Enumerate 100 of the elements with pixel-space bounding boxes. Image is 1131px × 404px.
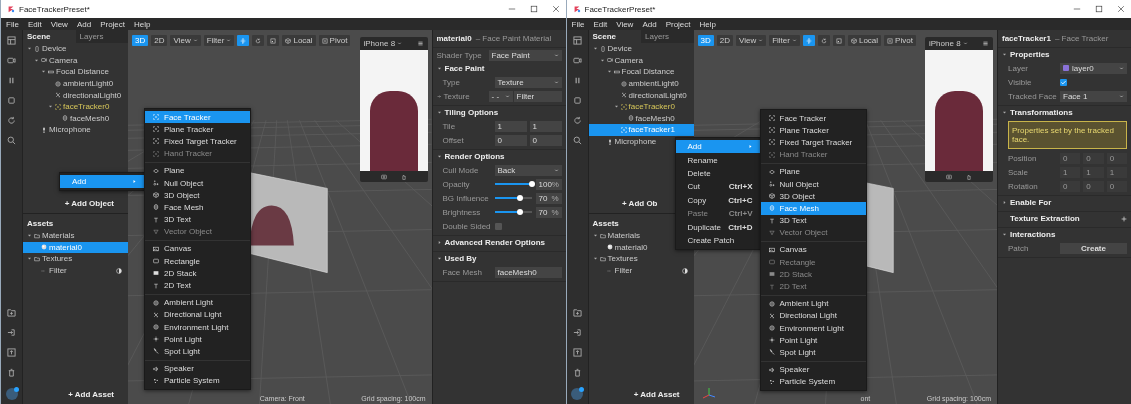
- transform-tool-button[interactable]: [832, 35, 845, 46]
- toolbar-button[interactable]: Local: [282, 35, 316, 46]
- checkbox[interactable]: [1060, 78, 1067, 86]
- menu-item[interactable]: Spot Light: [145, 345, 250, 358]
- menu-item[interactable]: Spot Light: [760, 346, 866, 359]
- menu-item[interactable]: Plane Tracker: [760, 124, 866, 137]
- add-object-button[interactable]: + Add Ob: [616, 198, 664, 209]
- number-field[interactable]: 70 %: [535, 192, 562, 204]
- add-asset-button[interactable]: + Add Asset: [627, 389, 686, 400]
- tree-item[interactable]: Focal Distance: [23, 66, 128, 78]
- menu-item[interactable]: Point Light: [760, 334, 866, 347]
- create-button[interactable]: Create: [1060, 242, 1127, 254]
- transform-tool-button[interactable]: [267, 35, 280, 46]
- section-header[interactable]: Texture Extraction: [998, 212, 1131, 225]
- tree-item[interactable]: faceTracker0: [588, 100, 694, 113]
- menu-item[interactable]: Plane: [145, 164, 250, 177]
- number-field[interactable]: 0: [494, 134, 527, 146]
- menu-item[interactable]: Delete: [675, 166, 761, 181]
- menu-item[interactable]: 2D Text: [145, 279, 250, 292]
- menu-item[interactable]: Create Patch: [675, 233, 761, 248]
- number-field[interactable]: 1: [494, 120, 527, 132]
- menu-item[interactable]: Duplicate Ctrl+D: [675, 220, 761, 234]
- menu-item[interactable]: 3D Text: [760, 214, 866, 227]
- tree-item[interactable]: Camera: [23, 54, 128, 67]
- toolbar-dropdown[interactable]: Filter: [769, 35, 800, 46]
- menu-item[interactable]: Null Object: [145, 176, 250, 190]
- panel-tab[interactable]: Layers: [75, 30, 128, 43]
- menu-item[interactable]: Help: [134, 19, 151, 29]
- menu-item[interactable]: Face Tracker: [760, 112, 866, 125]
- tree-item[interactable]: ambientLight0: [23, 77, 128, 90]
- transform-tool-button[interactable]: [252, 35, 265, 46]
- transform-tool-button[interactable]: [802, 35, 815, 46]
- dropdown[interactable]: Face Paint: [488, 49, 562, 61]
- menu-item[interactable]: Rectangle: [145, 255, 250, 268]
- menu-item[interactable]: 3D Object: [145, 189, 250, 202]
- tree-item[interactable]: faceTracker0: [23, 100, 128, 113]
- menu-item[interactable]: 2D Stack: [145, 267, 250, 280]
- tree-item[interactable]: Filter: [588, 264, 694, 277]
- menu-item[interactable]: Environment Light: [760, 322, 866, 335]
- menu-item[interactable]: Ambient Light: [145, 296, 250, 309]
- checkbox[interactable]: [494, 222, 502, 230]
- menu-item[interactable]: Directional Light: [760, 309, 866, 322]
- tree-item[interactable]: Device: [23, 43, 128, 55]
- menu-item[interactable]: Rename: [675, 153, 761, 167]
- text-field[interactable]: faceMesh0: [494, 266, 562, 278]
- tree-item[interactable]: faceMesh0: [588, 112, 694, 125]
- menu-item[interactable]: 3D Text: [145, 213, 250, 226]
- menu-item[interactable]: Edit: [27, 19, 42, 29]
- tree-item[interactable]: Textures: [588, 253, 694, 265]
- dropdown[interactable]: layer0: [1060, 62, 1127, 74]
- tree-item[interactable]: Textures: [23, 253, 128, 265]
- tree-item[interactable]: directionalLight0: [588, 89, 694, 101]
- transform-tool-button[interactable]: [237, 35, 250, 46]
- number-field[interactable]: 100%: [535, 178, 562, 190]
- tree-item[interactable]: Materials: [23, 230, 128, 242]
- menu-item[interactable]: Plane: [760, 165, 866, 178]
- avatar[interactable]: [571, 388, 583, 400]
- device-dropdown[interactable]: iPhone 8: [363, 39, 403, 48]
- menu-item[interactable]: Particle System: [760, 375, 866, 388]
- tree-item[interactable]: Microphone: [23, 124, 128, 136]
- texture-field[interactable]: Filter: [513, 90, 562, 102]
- avatar[interactable]: [5, 388, 18, 400]
- menu-item[interactable]: Add: [642, 19, 657, 29]
- menu-item[interactable]: Cut Ctrl+X: [675, 180, 761, 194]
- number-field[interactable]: 0: [529, 134, 562, 146]
- menu-item[interactable]: Directional Light: [145, 308, 250, 321]
- menu-item[interactable]: Speaker: [760, 363, 866, 376]
- menu-item[interactable]: Fixed Target Tracker: [760, 136, 866, 149]
- menu-item[interactable]: File: [6, 19, 19, 29]
- add-object-button[interactable]: + Add Object: [58, 198, 120, 209]
- section-header[interactable]: Properties: [998, 48, 1131, 61]
- toolbar-button[interactable]: Local: [847, 35, 882, 46]
- menu-item[interactable]: Project: [665, 19, 691, 29]
- menu-item[interactable]: Null Object: [760, 177, 866, 191]
- menu-item[interactable]: Copy Ctrl+C: [675, 193, 761, 207]
- tree-item[interactable]: directionalLight0: [23, 89, 128, 101]
- tree-item[interactable]: Camera: [588, 54, 694, 67]
- toolbar-button[interactable]: Pivot: [884, 35, 916, 46]
- menu-item[interactable]: Help: [699, 19, 716, 29]
- add-asset-button[interactable]: + Add Asset: [62, 389, 120, 400]
- menu-item[interactable]: Project: [100, 19, 126, 29]
- view-mode-toggle[interactable]: 2D: [151, 35, 168, 46]
- tree-item[interactable]: ambientLight0: [588, 77, 694, 90]
- menu-item[interactable]: Point Light: [145, 333, 250, 346]
- menu-item[interactable]: File: [571, 19, 585, 29]
- menu-item[interactable]: Plane Tracker: [145, 123, 250, 136]
- toolbar-dropdown[interactable]: View: [170, 35, 201, 46]
- section-header[interactable]: Used By: [432, 252, 566, 265]
- dropdown[interactable]: Texture: [494, 76, 562, 88]
- section-header[interactable]: Transformations: [998, 106, 1131, 119]
- tree-item[interactable]: Filter: [23, 264, 128, 277]
- dropdown[interactable]: Face 1: [1060, 90, 1127, 102]
- toolbar-button[interactable]: Pivot: [318, 35, 351, 46]
- texture-picker[interactable]: - -: [488, 90, 513, 102]
- menu-item[interactable]: Environment Light: [145, 321, 250, 334]
- menu-item[interactable]: Fixed Target Tracker: [145, 135, 250, 148]
- section-header[interactable]: Face Paint: [432, 62, 566, 75]
- menu-item[interactable]: Canvas: [145, 242, 250, 256]
- section-header[interactable]: Advanced Render Options: [432, 236, 566, 249]
- panel-tab[interactable]: Layers: [641, 30, 694, 43]
